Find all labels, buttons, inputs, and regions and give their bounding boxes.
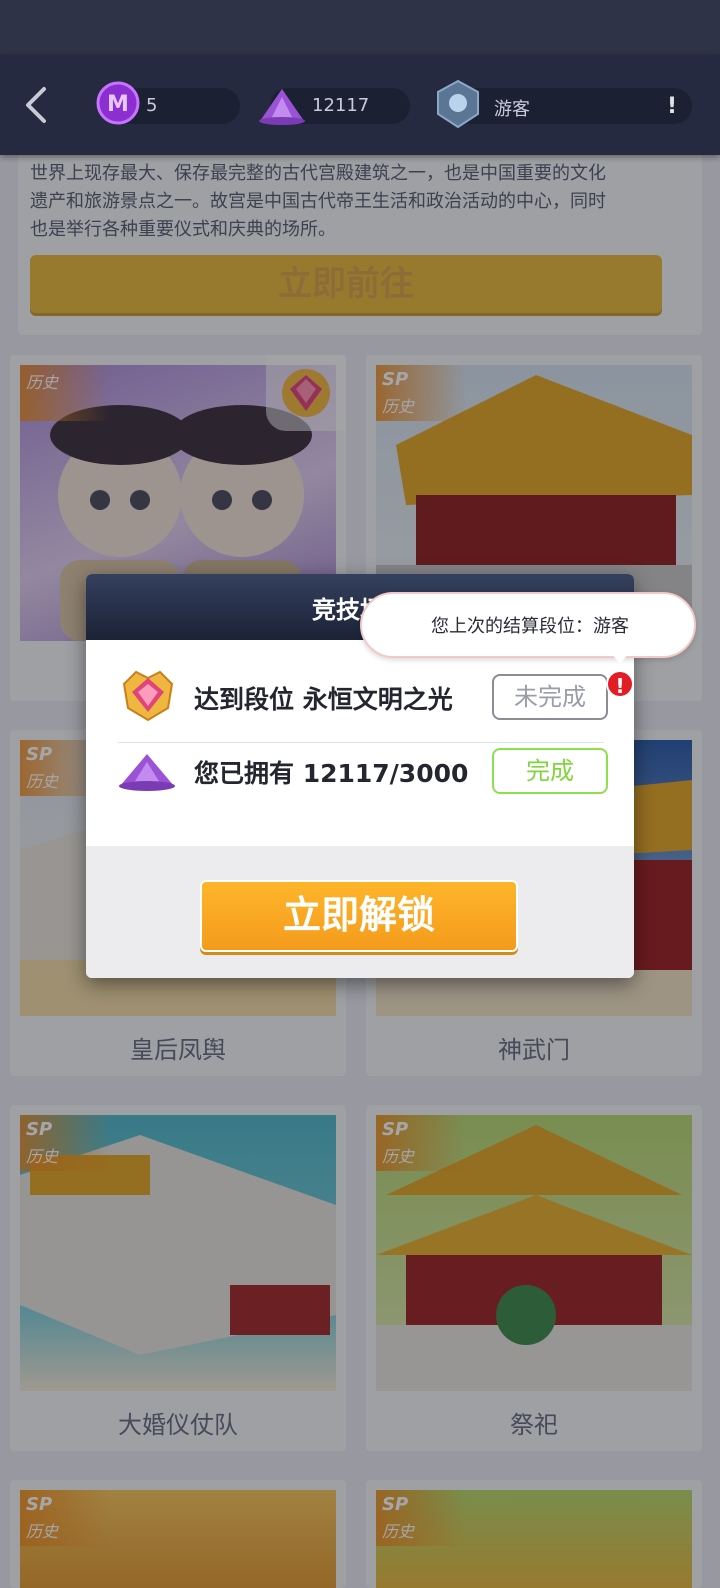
gem-pile-icon (116, 748, 178, 796)
medal-count: 5 (146, 95, 158, 116)
gems-status-button: 完成 (492, 748, 608, 794)
status-bar (0, 0, 720, 55)
rank-resource (452, 88, 692, 124)
requirement-rank-row: 达到段位 永恒文明之光 未完成 (116, 662, 608, 732)
info-button[interactable]: ! (660, 93, 684, 121)
back-button[interactable] (18, 85, 58, 125)
rank-badge-icon (436, 79, 480, 133)
alert-icon[interactable]: ! (606, 670, 634, 698)
unlock-now-button[interactable]: 立即解锁 (200, 880, 518, 952)
top-bar: M 5 12117 游客 ! (0, 55, 720, 155)
tooltip-text: 您上次的结算段位：游客 (431, 616, 629, 637)
requirement-rank-text: 达到段位 永恒文明之光 (194, 685, 453, 714)
rank-status-button: 未完成 (492, 674, 608, 720)
gem-pile-icon (256, 85, 308, 129)
tooltip-tail (610, 652, 630, 664)
requirement-gems-row: 您已拥有 12117/3000 完成 (116, 736, 608, 806)
last-rank-tooltip: 您上次的结算段位：游客 (360, 592, 696, 658)
chevron-left-icon (26, 87, 46, 123)
requirement-gems-text: 您已拥有 12117/3000 (194, 759, 469, 788)
gem-count: 12117 (312, 95, 370, 116)
svg-text:M: M (107, 92, 129, 117)
medal-icon: M (96, 81, 140, 129)
rank-label: 游客 (494, 99, 530, 120)
rank-medal-icon (116, 664, 180, 728)
